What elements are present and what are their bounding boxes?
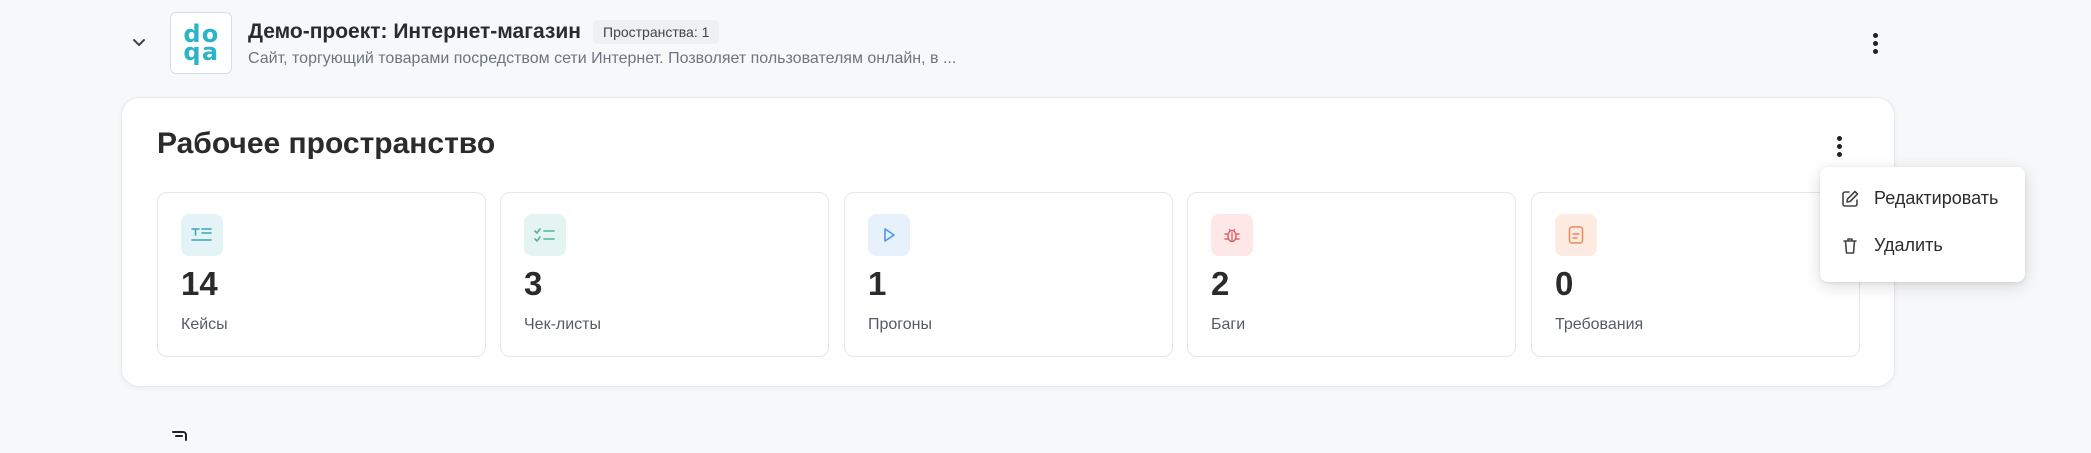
stat-card-cases[interactable]: 14 Кейсы xyxy=(157,192,486,357)
stat-card-checklists[interactable]: 3 Чек-листы xyxy=(500,192,829,357)
stat-value: 14 xyxy=(181,265,218,302)
project-logo: d o q a xyxy=(170,12,232,74)
project-title[interactable]: Демо-проект: Интернет-магазин xyxy=(248,20,581,44)
checklist-icon xyxy=(524,214,566,256)
project-description: Сайт, торгующий товарами посредством сет… xyxy=(248,50,957,67)
more-vertical-icon xyxy=(1836,135,1842,141)
menu-item-delete[interactable]: Удалить xyxy=(1840,235,1943,256)
edit-icon xyxy=(1842,190,1859,207)
spaces-badge: Пространства: 1 xyxy=(593,20,720,44)
stat-card-bugs[interactable]: 2 Баги xyxy=(1187,192,1516,357)
stat-label: Кейсы xyxy=(181,316,228,333)
play-icon xyxy=(868,214,910,256)
menu-item-label: Удалить xyxy=(1874,235,1943,255)
project-more-button[interactable] xyxy=(1862,28,1888,58)
stat-label: Требования xyxy=(1555,316,1644,333)
stat-value: 3 xyxy=(524,265,543,302)
menu-item-edit[interactable]: Редактировать xyxy=(1840,188,1998,209)
stat-card-requirements[interactable]: 0 Требования xyxy=(1531,192,1860,357)
workspace-context-menu: Редактировать Удалить xyxy=(1820,167,2025,282)
workspace-title: Рабочее пространство xyxy=(157,127,496,160)
stat-value: 2 xyxy=(1211,265,1230,302)
trash-icon xyxy=(1843,237,1857,254)
stat-card-runs[interactable]: 1 Прогоны xyxy=(844,192,1173,357)
collapse-chevron[interactable] xyxy=(128,32,150,54)
stat-value: 0 xyxy=(1555,265,1574,302)
logo-letter: q xyxy=(183,38,201,66)
test-cases-icon xyxy=(181,214,223,256)
next-project-icon xyxy=(170,428,194,448)
bug-icon xyxy=(1211,214,1253,256)
stat-label: Чек-листы xyxy=(524,316,601,333)
document-icon xyxy=(1555,214,1597,256)
stat-label: Баги xyxy=(1211,316,1246,333)
logo-letter: a xyxy=(201,38,219,66)
chevron-down-icon xyxy=(133,39,145,46)
more-vertical-icon xyxy=(1872,32,1878,38)
stat-label: Прогоны xyxy=(868,316,933,333)
workspace-more-button[interactable] xyxy=(1826,131,1852,161)
stat-value: 1 xyxy=(868,265,887,302)
menu-item-label: Редактировать xyxy=(1874,188,1999,208)
